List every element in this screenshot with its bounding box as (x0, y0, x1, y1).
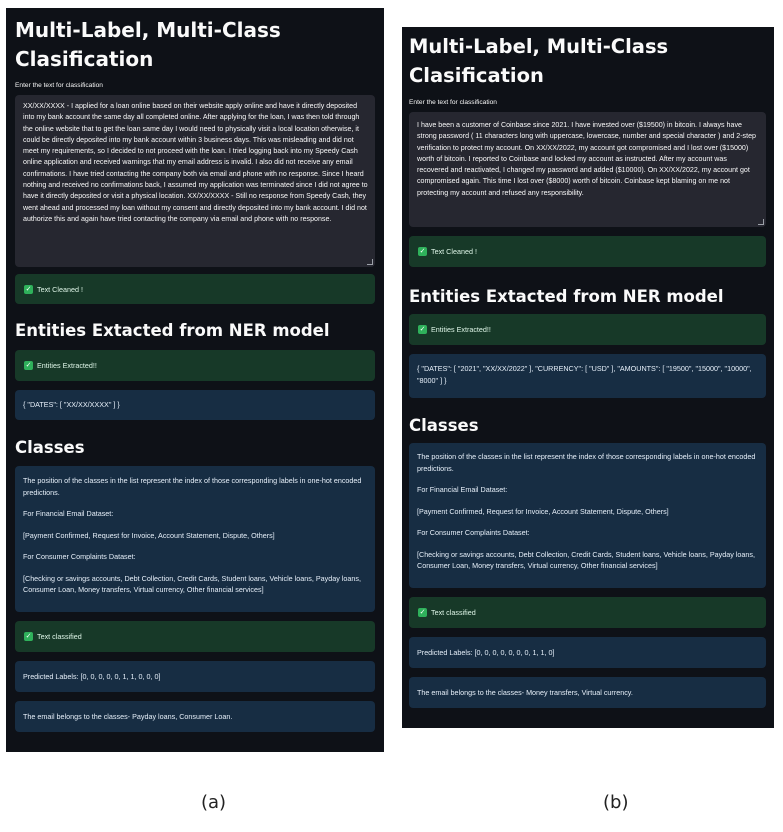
resize-handle-icon[interactable] (367, 259, 373, 265)
ner-heading: Entities Extacted from NER model (409, 287, 724, 306)
predicted-labels: Predicted Labels: [0, 0, 0, 0, 0, 1, 1, … (23, 672, 161, 681)
alert-text: Text classified (431, 608, 476, 617)
text-classified-alert: ✓ Text classified (409, 597, 766, 628)
predicted-labels-box: Predicted Labels: [0, 0, 0, 0, 0, 0, 0, … (409, 637, 766, 668)
check-icon: ✓ (418, 325, 427, 334)
app-screenshot-b: Multi-Label, Multi-Class Clasification E… (402, 27, 774, 728)
caption-a: (a) (201, 792, 227, 813)
financial-dataset-label: For Financial Email Dataset: (417, 485, 508, 494)
app-title: Multi-Label, Multi-Class Clasification (409, 35, 669, 87)
entities-json: { "DATES": [ "XX/XX/XXXX" ] } (23, 400, 120, 409)
classification-result: The email belongs to the classes- Payday… (23, 712, 233, 721)
text-classified-alert: ✓ Text classified (15, 621, 375, 652)
alert-text: Entities Extracted!! (431, 325, 491, 334)
financial-dataset-label: For Financial Email Dataset: (23, 509, 114, 518)
entities-output: { "DATES": [ "2021", "XX/XX/2022" ], "CU… (409, 354, 766, 398)
resize-handle-icon[interactable] (758, 219, 764, 225)
predicted-labels: Predicted Labels: [0, 0, 0, 0, 0, 0, 0, … (417, 648, 555, 657)
classes-heading: Classes (409, 416, 479, 435)
ner-heading: Entities Extacted from NER model (15, 321, 330, 340)
result-box: The email belongs to the classes- Payday… (15, 701, 375, 732)
predicted-labels-box: Predicted Labels: [0, 0, 0, 0, 0, 1, 1, … (15, 661, 375, 692)
classes-intro: The position of the classes in the list … (417, 452, 756, 473)
consumer-classes-list: [Checking or savings accounts, Debt Coll… (417, 549, 755, 571)
entities-output: { "DATES": [ "XX/XX/XXXX" ] } (15, 390, 375, 420)
consumer-dataset-label: For Consumer Complaints Dataset: (23, 552, 136, 561)
consumer-classes-list: [Checking or savings accounts, Debt Coll… (23, 573, 361, 595)
financial-classes-list: [Payment Confirmed, Request for Invoice,… (23, 530, 275, 540)
classes-intro: The position of the classes in the list … (23, 476, 362, 497)
alert-text: Text Cleaned ! (37, 284, 83, 294)
classes-heading: Classes (15, 438, 85, 457)
input-text: I have been a customer of Coinbase since… (417, 121, 756, 197)
classification-text-input[interactable]: XX/XX/XXXX - I applied for a loan online… (15, 95, 375, 267)
app-title: Multi-Label, Multi-Class Clasification (15, 18, 281, 71)
input-label: Enter the text for classification (15, 82, 103, 89)
app-screenshot-a: Multi-Label, Multi-Class Clasification E… (6, 8, 384, 752)
text-cleaned-alert: ✓ Text Cleaned ! (15, 274, 375, 304)
input-text: XX/XX/XXXX - I applied for a loan online… (23, 102, 368, 223)
caption-b: (b) (603, 792, 629, 813)
text-cleaned-alert: ✓ Text Cleaned ! (409, 236, 766, 267)
alert-text: Text Cleaned ! (431, 247, 477, 256)
financial-classes-list: [Payment Confirmed, Request for Invoice,… (417, 506, 669, 516)
entities-extracted-alert: ✓ Entities Extracted!! (15, 350, 375, 381)
classes-info-box: The position of the classes in the list … (409, 443, 766, 588)
consumer-dataset-label: For Consumer Complaints Dataset: (417, 528, 530, 537)
check-icon: ✓ (24, 632, 33, 641)
result-box: The email belongs to the classes- Money … (409, 677, 766, 708)
classification-text-input[interactable]: I have been a customer of Coinbase since… (409, 112, 766, 227)
classification-result: The email belongs to the classes- Money … (417, 688, 633, 697)
check-icon: ✓ (24, 284, 33, 294)
classes-info-box: The position of the classes in the list … (15, 466, 375, 612)
check-icon: ✓ (418, 247, 427, 256)
input-label: Enter the text for classification (409, 99, 497, 106)
alert-text: Entities Extracted!! (37, 361, 97, 370)
check-icon: ✓ (418, 608, 427, 617)
check-icon: ✓ (24, 361, 33, 370)
alert-text: Text classified (37, 632, 82, 641)
entities-json: { "DATES": [ "2021", "XX/XX/2022" ], "CU… (417, 364, 752, 385)
entities-extracted-alert: ✓ Entities Extracted!! (409, 314, 766, 345)
